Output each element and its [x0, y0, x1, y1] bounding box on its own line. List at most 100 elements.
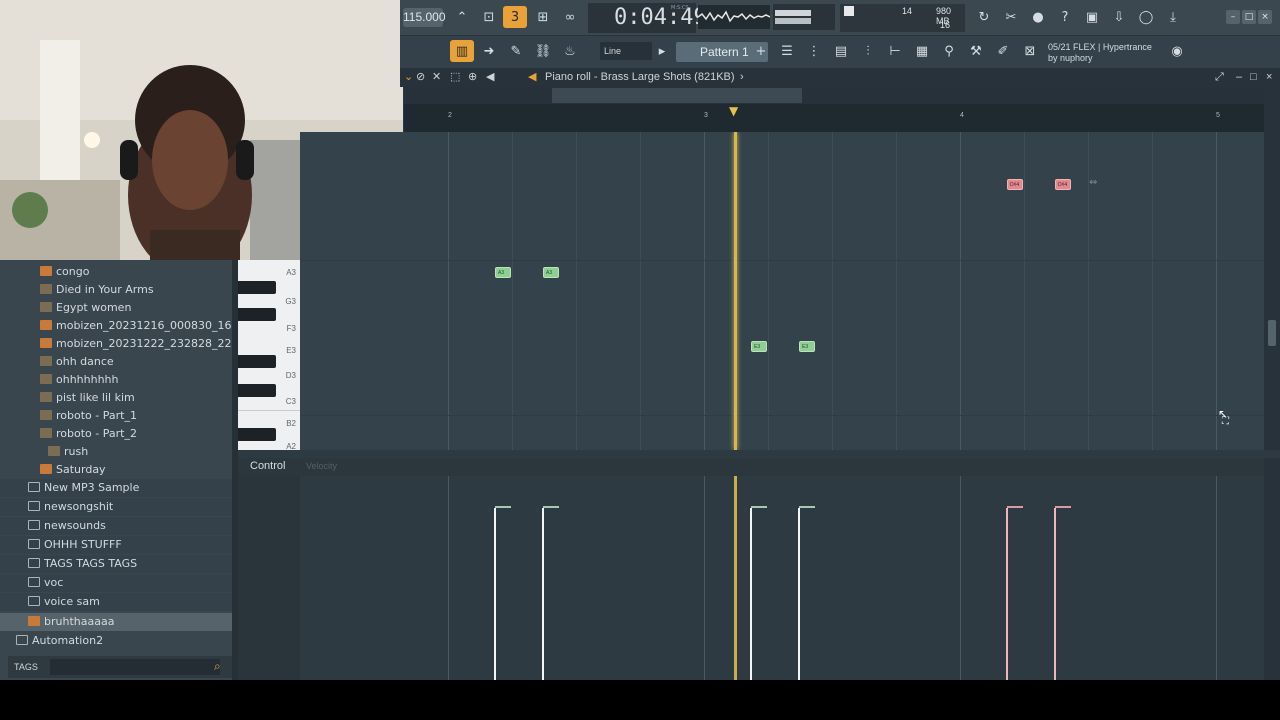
control-label[interactable]: Control [250, 460, 285, 472]
pr-close-icon[interactable]: × [1266, 68, 1272, 87]
browser-item[interactable]: Saturday [0, 461, 232, 479]
black-key[interactable] [238, 281, 276, 294]
velocity-handle[interactable] [495, 506, 511, 508]
cart-icon[interactable]: ⊠ [1018, 40, 1042, 62]
browser-item[interactable]: ohh dance [0, 353, 232, 371]
search-icon[interactable]: ⌕ [214, 659, 221, 674]
undo-icon[interactable]: ↻ [972, 6, 996, 28]
minimize-button[interactable]: – [1226, 10, 1240, 24]
browser-divider[interactable] [232, 260, 238, 680]
velocity-bar[interactable] [798, 508, 800, 680]
browser-folder[interactable]: TAGS TAGS TAGS [0, 555, 232, 573]
scroll-thumb[interactable] [1268, 320, 1276, 346]
browser-folder[interactable]: Automation2 [0, 632, 232, 650]
tools-icon[interactable]: ⚒ [964, 40, 988, 62]
black-key[interactable] [238, 428, 276, 441]
browser-item[interactable]: mobizen_20231216_000830_16122023 [0, 317, 232, 335]
arrow-right-icon[interactable]: ➜ [477, 40, 501, 62]
stamp-icon[interactable]: ♨ [558, 40, 582, 62]
cut-icon[interactable]: ✂ [999, 6, 1023, 28]
note[interactable]: E3 [751, 341, 767, 352]
velocity-handle[interactable] [543, 506, 559, 508]
pencil-icon[interactable]: ✐ [991, 40, 1015, 62]
browser-item[interactable]: rush [0, 443, 232, 461]
browser-folder[interactable]: voc [0, 574, 232, 592]
tempo-display[interactable]: 115.000 [403, 8, 446, 27]
browser-item[interactable]: roboto - Part_2 [0, 425, 232, 443]
velocity-handle[interactable] [1055, 506, 1071, 508]
zoom-icon[interactable]: ⊕ [468, 68, 477, 87]
browser-item[interactable]: Egypt women [0, 299, 232, 317]
black-key[interactable] [238, 308, 276, 321]
note-overview-scroll[interactable] [404, 87, 1264, 104]
black-key[interactable] [238, 355, 276, 368]
plugin-icon[interactable]: ⚲ [937, 40, 961, 62]
velocity-bar[interactable] [1054, 508, 1056, 680]
pr-maximize-icon[interactable]: □ [1250, 68, 1257, 87]
add-pattern-icon[interactable]: + [754, 40, 768, 62]
browser-item[interactable]: congo [0, 263, 232, 281]
pattern-arrow-icon[interactable]: ▸ [656, 40, 668, 62]
mixer-icon[interactable]: ▤ [829, 40, 853, 62]
metronome-icon[interactable]: ⌃ [450, 6, 474, 28]
browser-folder[interactable]: New MP3 Sample [0, 479, 232, 497]
link-icon[interactable]: ⛓ [531, 40, 555, 62]
wait-for-input-icon[interactable]: ⊡ [477, 6, 501, 28]
news-ticker[interactable]: 05/21 FLEX | Hypertrance by nuphory [1048, 40, 1168, 66]
browser-item[interactable]: ohhhhhhhh [0, 371, 232, 389]
browser-item[interactable]: mobizen_20231222_232828_22122023 [0, 335, 232, 353]
note-grid[interactable]: A3 A3 E3 E3 D#4 D#4 ⇔ ↖ ⛶ [300, 132, 1264, 450]
browser-icon[interactable]: ▦ [910, 40, 934, 62]
browser-item[interactable]: Died in Your Arms [0, 281, 232, 299]
sliders-icon[interactable]: ⫶ [856, 40, 880, 62]
browser-folder[interactable]: newsounds [0, 517, 232, 535]
mic-icon[interactable]: ● [1026, 6, 1050, 28]
globe-icon[interactable]: ◉ [1165, 40, 1189, 62]
download-icon[interactable]: ⤓ [1161, 6, 1185, 28]
title-arrow-icon[interactable]: › [740, 68, 744, 87]
resize-handle-icon[interactable]: ⇔ [1089, 177, 1097, 188]
note[interactable]: D#4 [1007, 179, 1023, 190]
render-icon[interactable]: ⇩ [1107, 6, 1131, 28]
velocity-bar[interactable] [494, 508, 496, 680]
tags-search-input[interactable] [50, 659, 220, 675]
browser-folder[interactable]: OHHH STUFFF [0, 536, 232, 554]
control-lane-scrollbar[interactable] [1264, 458, 1280, 680]
playhead-marker-icon[interactable]: ▼ [729, 104, 738, 118]
routing-icon[interactable]: ⊢ [883, 40, 907, 62]
playlist-icon[interactable]: ☰ [775, 40, 799, 62]
save-icon[interactable]: ▣ [1080, 6, 1104, 28]
browser-item-selected[interactable]: bruhthaaaaa [0, 613, 232, 631]
velocity-bar[interactable] [750, 508, 752, 680]
channel-rack-icon[interactable]: ⋮ [802, 40, 826, 62]
velocity-handle[interactable] [751, 506, 767, 508]
pr-minimize-icon[interactable]: – [1236, 68, 1242, 87]
step-edit-icon[interactable]: ⊞ [531, 6, 555, 28]
overview-window[interactable] [552, 88, 802, 103]
note[interactable]: E3 [799, 341, 815, 352]
snap-select[interactable]: Line [600, 42, 652, 60]
control-param[interactable]: Velocity [306, 461, 337, 471]
browser-folder[interactable]: newsongshit [0, 498, 232, 516]
no-entry-icon[interactable]: ⊘ [416, 68, 425, 87]
speaker-icon[interactable]: ◀ [486, 68, 494, 87]
piano-keyboard[interactable]: A3 G3 F3 E3 D3 C3 B2 A2 [238, 260, 300, 450]
velocity-bar[interactable] [1006, 508, 1008, 680]
browser-item[interactable]: roboto - Part_1 [0, 407, 232, 425]
detach-icon[interactable]: ⤢ [1215, 68, 1224, 87]
browser-folder[interactable]: voice sam [0, 593, 232, 611]
piano-roll-scrollbar[interactable] [1264, 87, 1280, 450]
browser-item[interactable]: pist like lil kim [0, 389, 232, 407]
cpu-memory-monitor[interactable]: 14 980 MB 16 [840, 4, 965, 32]
note[interactable]: D#4 [1055, 179, 1071, 190]
close-button[interactable]: × [1258, 10, 1272, 24]
time-ruler[interactable]: 2 3 4 5 ▼ [404, 104, 1264, 132]
black-key[interactable] [238, 384, 276, 397]
velocity-handle[interactable] [799, 506, 815, 508]
chat-icon[interactable]: ◯ [1134, 6, 1158, 28]
maximize-button[interactable]: □ [1242, 10, 1256, 24]
note[interactable]: A3 [543, 267, 559, 278]
select-icon[interactable]: ⬚ [450, 68, 460, 87]
velocity-bar[interactable] [542, 508, 544, 680]
loop-record-icon[interactable]: ∞ [558, 6, 582, 28]
